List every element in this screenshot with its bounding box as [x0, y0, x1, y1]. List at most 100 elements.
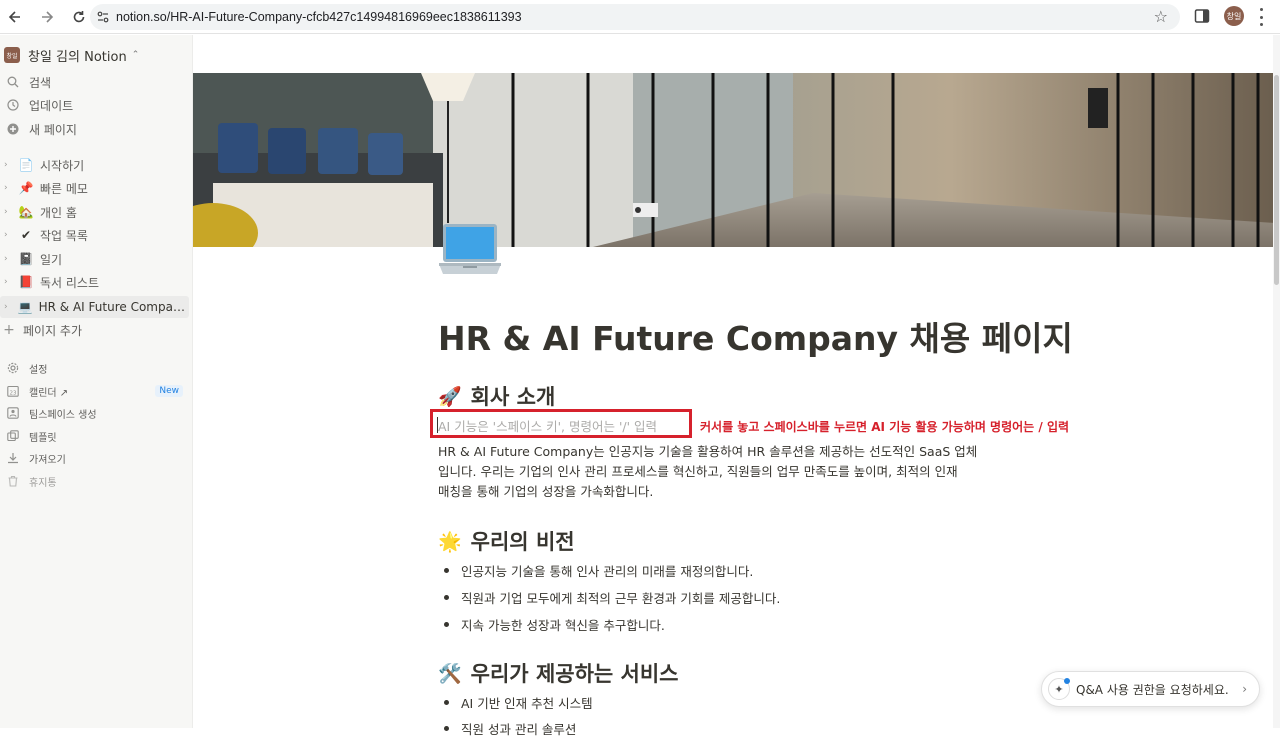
chevron-right-icon[interactable]: › [4, 160, 14, 170]
chevron-right-icon[interactable]: › [4, 183, 14, 193]
sidebar-item-search[interactable]: 검색 [0, 71, 193, 93]
sidebar-item-label: 캘린더 ↗ [29, 387, 69, 399]
browser-menu-icon[interactable] [1258, 8, 1264, 26]
bullet-dot [444, 700, 449, 705]
sidebar-page-journal[interactable]: › 📓 일기 [0, 248, 193, 270]
sidebar-item-label: 템플릿 [29, 432, 57, 444]
intro-paragraph[interactable]: HR & AI Future Company는 인공지능 기술을 활용하여 HR… [438, 442, 1038, 502]
sidebar-item-trash[interactable]: 휴지통 [0, 470, 193, 492]
heading-company-intro[interactable]: 🚀 회사 소개 [438, 381, 555, 411]
plus-circle-icon [6, 122, 20, 136]
back-icon[interactable] [0, 2, 30, 32]
team-icon [6, 406, 20, 420]
list-item-text: 직원 성과 관리 솔루션 [461, 722, 577, 737]
sidebar-item-templates[interactable]: 템플릿 [0, 425, 193, 447]
workspace-name: 창일 김의 Notion [28, 49, 127, 65]
heading-vision[interactable]: 🌟 우리의 비전 [438, 526, 575, 556]
address-bar[interactable]: notion.so/HR-AI-Future-Company-cfcb427c1… [90, 4, 1180, 30]
sidebar-page-label: 빠른 메모 [40, 181, 88, 196]
workspace-switcher[interactable]: 창일 창일 김의 Notion ⌃ [4, 45, 139, 65]
sparkle-icon: ✦ [1048, 678, 1070, 700]
pin-icon: 📌 [18, 181, 34, 195]
chevron-right-icon[interactable]: › [4, 230, 14, 240]
sidebar-item-label: 업데이트 [29, 98, 74, 113]
sidebar-item-label: 설정 [29, 364, 48, 376]
sidebar-item-calendar[interactable]: 23 캘린더 ↗ New [0, 380, 193, 402]
sidebar-page-label: 작업 목록 [40, 228, 88, 243]
sidebar-page-getting-started[interactable]: › 📄 시작하기 [0, 154, 193, 176]
bullet-dot [444, 622, 449, 627]
star-icon: 🌟 [438, 530, 462, 553]
notebook-icon: 📓 [18, 252, 34, 266]
heading-text: 우리가 제공하는 서비스 [470, 662, 679, 686]
list-item[interactable]: 직원과 기업 모두에게 최적의 근무 환경과 기회를 제공합니다. [444, 588, 780, 607]
sidebar-page-label: 시작하기 [40, 158, 85, 173]
workspace-avatar: 창일 [4, 47, 20, 63]
add-page-label: 페이지 추가 [23, 323, 83, 338]
side-panel-icon[interactable] [1194, 8, 1210, 24]
sidebar-item-label: 새 페이지 [29, 122, 77, 137]
list-item[interactable]: 지속 가능한 성장과 혁신을 추구합니다. [444, 615, 665, 634]
rocket-icon: 🚀 [438, 385, 462, 408]
download-icon [6, 451, 20, 465]
chevron-right-icon[interactable]: › [4, 277, 14, 287]
sidebar-page-reading-list[interactable]: › 📕 독서 리스트 [0, 271, 193, 293]
sidebar-page-personal-home[interactable]: › 🏡 개인 홈 [0, 201, 193, 223]
sidebar-item-label: 검색 [29, 75, 52, 90]
sidebar-page-task-list[interactable]: › ✔ 작업 목록 [0, 224, 193, 246]
sidebar-item-new-page[interactable]: 새 페이지 [0, 118, 193, 140]
list-item-text: 직원과 기업 모두에게 최적의 근무 환경과 기회를 제공합니다. [461, 591, 781, 606]
heading-services[interactable]: 🛠️ 우리가 제공하는 서비스 [438, 658, 679, 688]
sidebar-page-label: 일기 [40, 252, 63, 267]
list-item[interactable]: 인공지능 기술을 통해 인사 관리의 미래를 재정의합니다. [444, 561, 753, 580]
site-info-icon[interactable] [90, 4, 116, 30]
browser-toolbar: notion.so/HR-AI-Future-Company-cfcb427c1… [0, 0, 1280, 34]
calendar-icon: 23 [6, 384, 20, 398]
sidebar-item-label: 팀스페이스 생성 [29, 409, 97, 421]
sidebar: 창일 창일 김의 Notion ⌃ 검색 업데이트 새 페이지 › 📄 시작하기… [0, 35, 193, 728]
svg-text:23: 23 [10, 390, 17, 396]
bullet-dot [444, 726, 449, 731]
sidebar-page-label: HR & AI Future Company... [38, 300, 189, 314]
add-page-button[interactable]: + 페이지 추가 [0, 319, 193, 341]
qa-request-button[interactable]: ✦ Q&A 사용 권한을 요청하세요. › [1041, 671, 1260, 707]
list-item[interactable]: AI 기반 인재 추천 시스템 [444, 693, 593, 712]
list-item-text: 인공지능 기술을 통해 인사 관리의 미래를 재정의합니다. [461, 564, 754, 579]
house-icon: 🏡 [18, 205, 34, 219]
list-item-text: 지속 가능한 성장과 혁신을 추구합니다. [461, 618, 665, 633]
heading-text: 우리의 비전 [470, 530, 575, 554]
sidebar-item-create-teamspace[interactable]: 팀스페이스 생성 [0, 402, 193, 424]
new-badge: New [155, 385, 183, 397]
plus-icon: + [3, 322, 15, 338]
sidebar-page-hr-ai-future-company[interactable]: › 💻 HR & AI Future Company... [0, 296, 189, 318]
chevron-right-icon[interactable]: › [4, 254, 14, 264]
page-icon: 📄 [18, 158, 34, 172]
forward-icon[interactable] [32, 2, 62, 32]
profile-avatar[interactable]: 창일 [1224, 6, 1244, 26]
search-icon [6, 75, 20, 89]
scrollbar-thumb[interactable] [1274, 75, 1279, 285]
page-cover-image[interactable] [193, 73, 1275, 247]
chevron-right-icon[interactable]: › [4, 302, 13, 312]
list-item[interactable]: 직원 성과 관리 솔루션 [444, 719, 576, 738]
sidebar-item-settings[interactable]: 설정 [0, 357, 193, 379]
chevron-right-icon: › [1242, 682, 1247, 696]
sidebar-item-import[interactable]: 가져오기 [0, 447, 193, 469]
bookmark-star-icon[interactable]: ☆ [1154, 7, 1168, 26]
sidebar-item-label: 휴지통 [29, 477, 57, 489]
trash-icon [6, 474, 20, 488]
sidebar-page-quick-note[interactable]: › 📌 빠른 메모 [0, 177, 193, 199]
sidebar-page-label: 독서 리스트 [40, 275, 100, 290]
list-item-text: AI 기반 인재 추천 시스템 [461, 696, 593, 711]
paragraph-line: 매칭을 통해 기업의 성장을 가속화합니다. [438, 484, 654, 499]
empty-block-placeholder[interactable]: AI 기능은 '스페이스 키', 명령어는 '/' 입력 [438, 416, 657, 435]
page-title[interactable]: HR & AI Future Company 채용 페이지 [438, 312, 1073, 360]
annotation-note: 커서를 놓고 스페이스바를 누르면 AI 기능 활용 가능하며 명령어는 / 입… [700, 420, 1070, 434]
heading-text: 회사 소개 [470, 385, 556, 409]
chevron-right-icon[interactable]: › [4, 207, 14, 217]
sidebar-page-label: 개인 홈 [40, 205, 77, 220]
laptop-icon[interactable] [437, 222, 503, 278]
sidebar-item-updates[interactable]: 업데이트 [0, 94, 193, 116]
clock-icon [6, 98, 20, 112]
bullet-dot [444, 595, 449, 600]
